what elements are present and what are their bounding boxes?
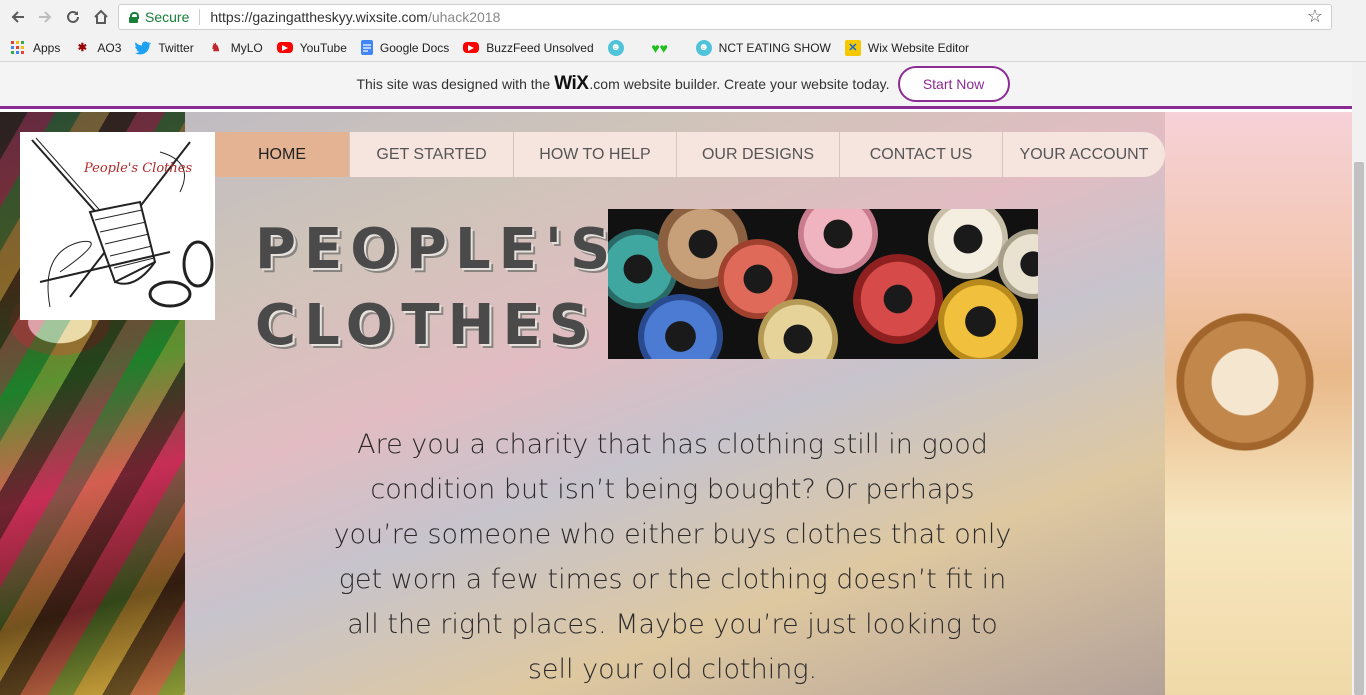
nav-how-to-help[interactable]: HOW TO HELP — [514, 132, 677, 177]
bookmark-label: AO3 — [97, 40, 122, 55]
wix-editor-icon: ✕ — [844, 39, 861, 56]
site-page: People's Clothes HOME GET STARTED HOW TO… — [0, 112, 1352, 695]
bookmarks-bar: Apps ✱ AO3 Twitter ♞ MyLO YouTube Google… — [0, 34, 1366, 62]
green-hearts-icon: ♥♥ — [651, 39, 668, 56]
nav-contact-us[interactable]: CONTACT US — [840, 132, 1003, 177]
bookmark-unnamed-2[interactable]: ♥♥ — [645, 40, 682, 56]
wix-ad-banner: This site was designed with the WiX .com… — [0, 62, 1366, 109]
bookmark-label: Twitter — [158, 40, 194, 55]
banner-prefix: This site was designed with the — [356, 76, 551, 92]
bookmark-label: BuzzFeed Unsolved — [486, 40, 594, 55]
bookmark-label: NCT EATING SHOW — [718, 40, 831, 55]
url-host: https://gazingattheskyy.wixsite.com — [210, 9, 428, 25]
page-title: PEOPLE'S CLOTHES — [255, 212, 618, 364]
bookmark-star-icon[interactable]: ☆ — [1307, 6, 1323, 27]
youtube-icon — [463, 42, 480, 53]
forward-icon[interactable] — [33, 5, 57, 29]
bookmark-label: Apps — [33, 40, 61, 55]
fabric-roll-decoration — [1170, 302, 1320, 462]
twitter-icon — [135, 40, 152, 56]
bookmark-mylo[interactable]: ♞ MyLO — [208, 40, 263, 56]
bookmark-nct-eating-show[interactable]: ☻ NCT EATING SHOW — [695, 39, 831, 56]
home-icon[interactable] — [89, 5, 113, 29]
site-nav: HOME GET STARTED HOW TO HELP OUR DESIGNS… — [215, 132, 1165, 177]
wix-logo: WiX — [554, 73, 589, 94]
browser-toolbar: Secure https://gazingattheskyy.wixsite.c… — [0, 0, 1366, 34]
apps-grid-icon — [10, 40, 26, 56]
back-icon[interactable] — [6, 5, 30, 29]
nav-your-account[interactable]: YOUR ACCOUNT — [1003, 132, 1165, 177]
bookmark-unnamed-1[interactable]: ☻ — [607, 39, 631, 56]
bookmark-wix-website-editor[interactable]: ✕ Wix Website Editor — [844, 39, 970, 56]
reload-icon[interactable] — [61, 5, 85, 29]
bookmark-icon: ☻ — [607, 39, 624, 56]
mylo-icon: ♞ — [210, 42, 221, 54]
bookmark-ao3[interactable]: ✱ AO3 — [74, 40, 122, 56]
bookmark-label: Google Docs — [379, 40, 450, 55]
nav-home[interactable]: HOME — [215, 132, 350, 177]
google-docs-icon — [360, 40, 373, 55]
page-scrollbar[interactable] — [1352, 62, 1366, 695]
bookmark-label: Wix Website Editor — [867, 40, 970, 55]
scrollbar-thumb[interactable] — [1354, 162, 1364, 695]
intro-paragraph: Are you a charity that has clothing stil… — [333, 429, 1012, 685]
nav-our-designs[interactable]: OUR DESIGNS — [677, 132, 840, 177]
start-now-button[interactable]: Start Now — [897, 66, 1010, 102]
bookmark-label: YouTube — [299, 40, 347, 55]
bookmark-twitter[interactable]: Twitter — [135, 40, 194, 56]
nav-get-started[interactable]: GET STARTED — [350, 132, 514, 177]
title-line-2: CLOTHES — [255, 293, 598, 358]
bookmark-icon: ☻ — [695, 39, 712, 56]
title-line-1: PEOPLE'S — [255, 217, 619, 282]
ao3-icon: ✱ — [77, 42, 87, 54]
url-path: /uhack2018 — [427, 9, 501, 25]
bookmark-buzzfeed-unsolved[interactable]: BuzzFeed Unsolved — [463, 40, 594, 55]
bookmark-youtube[interactable]: YouTube — [276, 40, 347, 55]
divider — [199, 9, 201, 25]
logo-text: People's Clothes — [84, 161, 193, 176]
fabric-rolls-photo — [608, 209, 1038, 359]
banner-suffix: .com website builder. Create your websit… — [589, 76, 890, 92]
youtube-icon — [276, 42, 293, 53]
fabric-background-right — [1165, 112, 1352, 695]
bookmark-apps[interactable]: Apps — [10, 40, 60, 56]
site-logo[interactable]: People's Clothes — [20, 132, 215, 320]
bookmark-label: MyLO — [230, 40, 263, 55]
bookmark-google-docs[interactable]: Google Docs — [360, 40, 450, 55]
lock-icon — [129, 11, 139, 23]
address-bar[interactable]: Secure https://gazingattheskyy.wixsite.c… — [118, 4, 1332, 30]
secure-label: Secure — [145, 9, 190, 25]
